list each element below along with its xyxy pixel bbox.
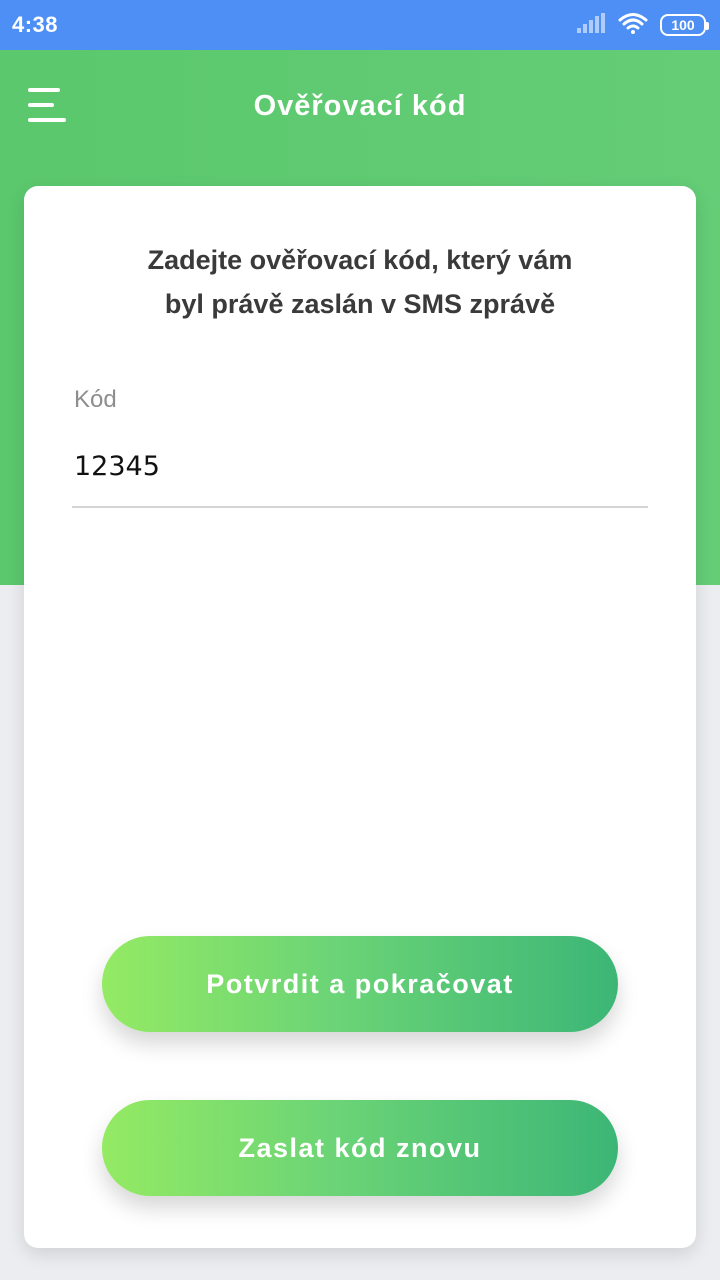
resend-code-button[interactable]: Zaslat kód znovu (102, 1100, 618, 1196)
verification-card: Zadejte ověřovací kód, který vám byl prá… (24, 186, 696, 1248)
battery-icon: 100 (660, 14, 709, 36)
wifi-icon (618, 12, 648, 39)
page-title: Ověřovací kód (253, 89, 467, 122)
signal-icon (576, 12, 606, 38)
status-bar: 4:38 100 (0, 0, 720, 50)
confirm-button[interactable]: Potvrdit a pokračovat (102, 936, 618, 1032)
status-icons: 100 (576, 12, 709, 39)
code-input[interactable] (72, 442, 648, 508)
code-label: Kód (74, 386, 117, 413)
status-time: 4:38 (12, 12, 59, 37)
menu-icon[interactable] (28, 88, 66, 122)
instruction-text: Zadejte ověřovací kód, který vám byl prá… (147, 245, 573, 319)
app-bar: Ověřovací kód (0, 50, 720, 162)
